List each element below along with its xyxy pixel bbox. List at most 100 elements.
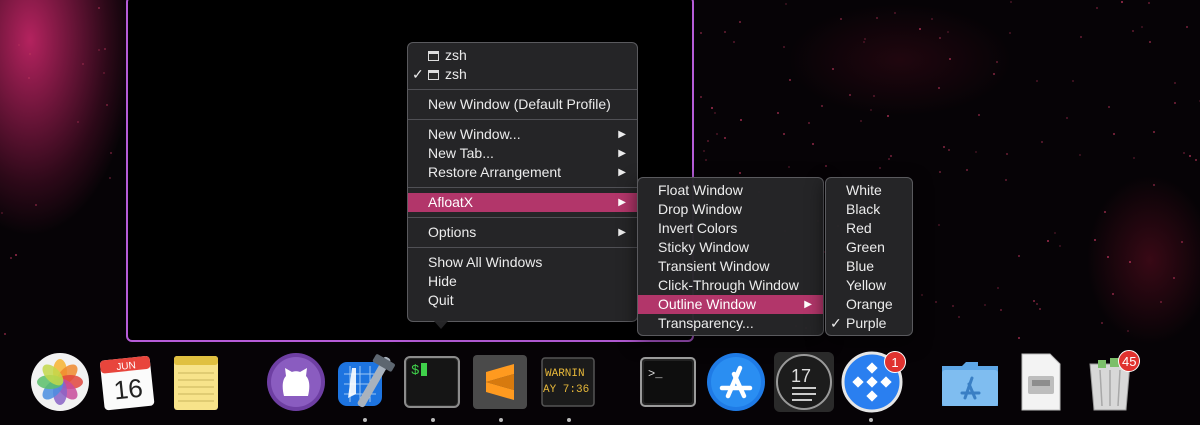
wallpaper-speck — [782, 133, 785, 136]
wallpaper-speck — [1035, 79, 1038, 82]
wallpaper-speck — [839, 17, 842, 20]
wallpaper-speck — [869, 108, 872, 111]
menu-item-options[interactable]: Options ▶ — [408, 223, 637, 242]
menu-item-show-all-windows[interactable]: Show All Windows — [408, 253, 637, 272]
wallpaper-speck — [1080, 35, 1083, 38]
menu-item-label: Options — [428, 224, 477, 240]
menu-item-label: Transient Window — [658, 258, 770, 274]
yoink-app-icon[interactable]: 1 — [840, 350, 906, 414]
console-line-1: WARNIN — [545, 368, 585, 380]
menu-item-label: New Window... — [428, 126, 521, 142]
wallpaper-speck — [98, 48, 101, 51]
menu-item-transparency[interactable]: Transparency... — [638, 314, 823, 333]
menu-pointer — [434, 321, 448, 329]
app-store-icon[interactable] — [704, 350, 768, 414]
wallpaper-speck — [1129, 260, 1132, 263]
menu-item-label: Black — [846, 201, 881, 217]
menu-item-color-yellow[interactable]: Yellow — [826, 276, 912, 295]
wallpaper-speck — [947, 149, 950, 151]
menu-item-color-white[interactable]: White — [826, 181, 912, 200]
notification-badge: 1 — [884, 351, 906, 373]
wallpaper-speck — [715, 132, 718, 135]
menu-item-hide[interactable]: Hide — [408, 272, 637, 291]
iterm-prompt-text: >_ — [648, 367, 663, 381]
console-line-2: AY 7:36 — [543, 384, 589, 396]
menu-item-transient-window[interactable]: Transient Window — [638, 257, 823, 276]
wallpaper-speck — [1053, 231, 1056, 234]
xcode-app-icon[interactable] — [332, 350, 396, 414]
timing-app-icon[interactable]: 17 — [772, 350, 836, 414]
wallpaper-speck — [938, 170, 941, 173]
menu-item-float-window[interactable]: Float Window — [638, 181, 823, 200]
wallpaper-speck — [996, 286, 999, 289]
menu-item-window-zsh-2[interactable]: ✓ zsh — [408, 65, 637, 84]
menu-item-label: White — [846, 182, 882, 198]
applications-folder-icon[interactable] — [938, 350, 1002, 414]
calendar-month-text: JUN — [116, 360, 136, 373]
wallpaper-speck — [739, 119, 742, 122]
menu-item-color-red[interactable]: Red — [826, 219, 912, 238]
menu-item-color-purple[interactable]: ✓ Purple — [826, 314, 912, 333]
afloatx-submenu: Float Window Drop Window Invert Colors S… — [637, 177, 824, 336]
menu-item-color-green[interactable]: Green — [826, 238, 912, 257]
console-app-icon[interactable]: WARNIN AY 7:36 — [536, 350, 600, 414]
wallpaper-speck — [1046, 240, 1049, 242]
photos-app-icon[interactable] — [28, 350, 92, 414]
menu-item-new-tab[interactable]: New Tab... ▶ — [408, 144, 637, 163]
menu-item-sticky-window[interactable]: Sticky Window — [638, 238, 823, 257]
wallpaper-speck — [951, 304, 954, 307]
terminal-app-icon[interactable]: $ — [400, 350, 464, 414]
running-indicator — [499, 418, 503, 422]
menu-item-invert-colors[interactable]: Invert Colors — [638, 219, 823, 238]
menu-item-color-black[interactable]: Black — [826, 200, 912, 219]
menu-item-drop-window[interactable]: Drop Window — [638, 200, 823, 219]
menu-item-color-orange[interactable]: Orange — [826, 295, 912, 314]
wallpaper-speck — [1132, 156, 1135, 159]
wallpaper-speck — [108, 176, 111, 179]
outline-color-submenu: White Black Red Green Blue Yellow Orange… — [825, 177, 913, 336]
menu-item-click-through-window[interactable]: Click-Through Window — [638, 276, 823, 295]
menu-item-new-window-default[interactable]: New Window (Default Profile) — [408, 95, 637, 114]
menu-item-outline-window[interactable]: Outline Window ▶ — [638, 295, 823, 314]
menu-item-label: Blue — [846, 258, 875, 274]
menu-item-restore-arrangement[interactable]: Restore Arrangement ▶ — [408, 163, 637, 182]
wallpaper-speck — [872, 94, 875, 97]
wallpaper-speck — [1180, 241, 1183, 244]
downloads-stack-icon[interactable] — [1008, 350, 1072, 414]
wallpaper-speck — [1182, 151, 1185, 154]
wallpaper-speck — [710, 107, 713, 110]
menu-item-color-blue[interactable]: Blue — [826, 257, 912, 276]
submenu-arrow-icon: ▶ — [618, 197, 626, 208]
notes-app-icon[interactable] — [164, 350, 228, 414]
wallpaper-speck — [1017, 336, 1020, 339]
checkmark-icon: ✓ — [412, 66, 424, 82]
trash-icon[interactable]: 45 — [1078, 350, 1142, 414]
menu-item-afloatx[interactable]: AfloatX ▶ — [408, 193, 637, 212]
wallpaper-speck — [1035, 302, 1038, 305]
menu-item-label: Purple — [846, 315, 887, 331]
menu-item-label: Outline Window — [658, 296, 757, 312]
wallpaper-speck — [889, 155, 892, 158]
menu-item-window-zsh-1[interactable]: zsh — [408, 46, 637, 65]
terminal-prompt-text: $ — [411, 363, 419, 379]
menu-item-label: zsh — [445, 66, 467, 82]
wallpaper-speck — [29, 52, 32, 55]
wallpaper-speck — [723, 136, 726, 139]
menu-item-quit[interactable]: Quit — [408, 291, 637, 310]
wallpaper-speck — [723, 30, 726, 33]
menu-item-label: New Window (Default Profile) — [428, 96, 611, 112]
menu-item-label: AfloatX — [428, 194, 474, 210]
github-desktop-app-icon[interactable] — [264, 350, 328, 414]
wallpaper-speck — [1113, 132, 1116, 135]
wallpaper-speck — [76, 120, 79, 123]
wallpaper-speck — [937, 86, 940, 89]
menu-separator — [408, 89, 637, 90]
calendar-app-icon[interactable]: JUN 16 — [96, 350, 160, 414]
wallpaper-speck — [1093, 238, 1096, 241]
menu-item-label: Drop Window — [658, 201, 743, 217]
iterm-app-icon[interactable]: >_ — [636, 350, 700, 414]
wallpaper-speck — [807, 121, 810, 124]
menu-item-new-window[interactable]: New Window... ▶ — [408, 125, 637, 144]
sublime-text-app-icon[interactable] — [468, 350, 532, 414]
wallpaper-speck — [1040, 140, 1043, 143]
